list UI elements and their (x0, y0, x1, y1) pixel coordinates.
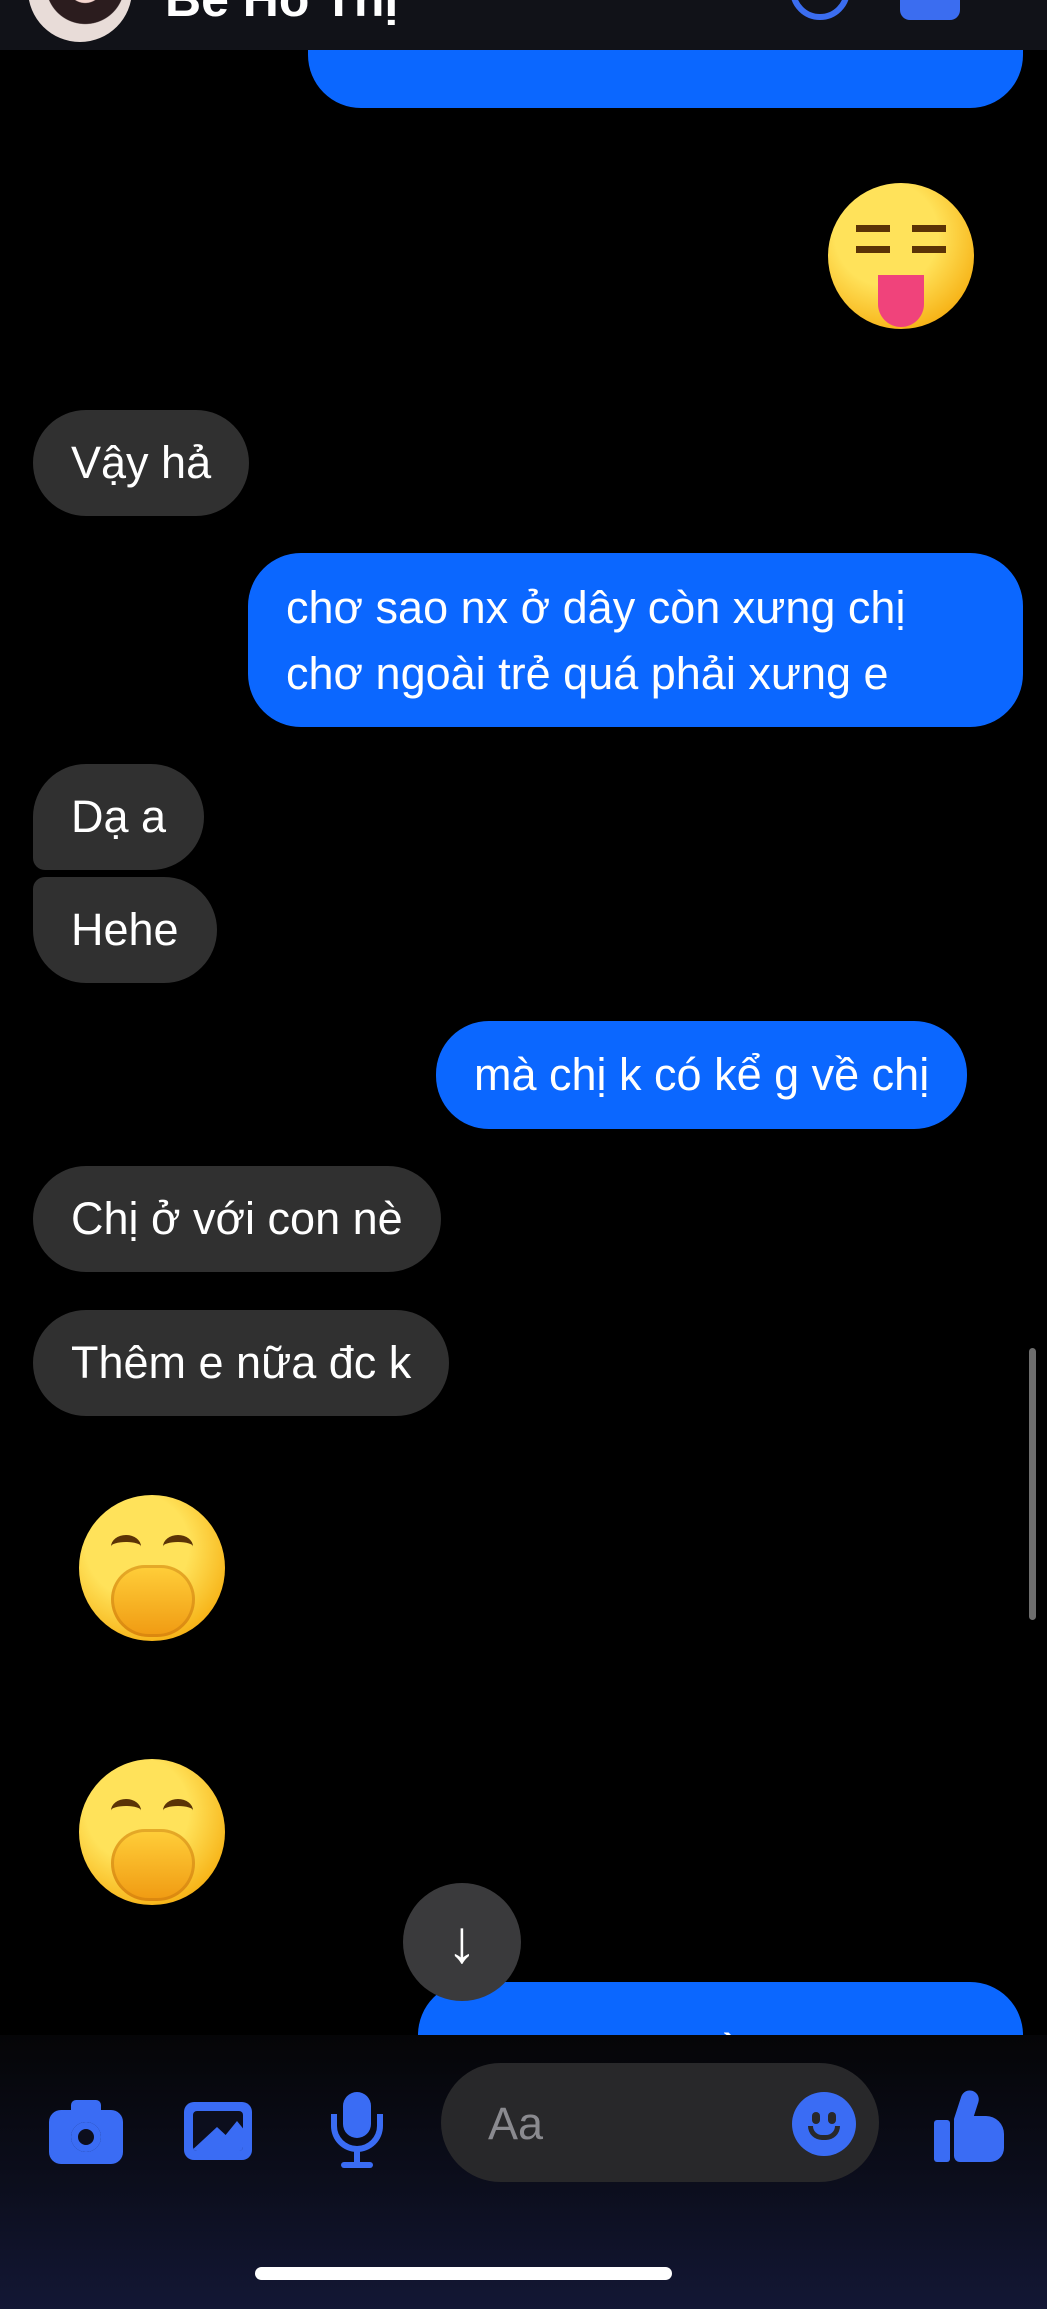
photo-icon[interactable] (184, 2098, 262, 2164)
phone-call-icon[interactable] (790, 0, 850, 20)
photo-inner (193, 2111, 243, 2151)
hand (111, 1829, 195, 1901)
message-bubble-received[interactable]: Hehe (33, 877, 217, 983)
home-indicator[interactable] (255, 2267, 672, 2280)
mic-base (341, 2162, 373, 2168)
message-thread[interactable]: nhìn chị mới đủ cảm đảm đc Vậy hả chơ sa… (0, 0, 1047, 2035)
arrow-down-icon: ↓ (447, 1908, 477, 1975)
tongue (878, 275, 924, 327)
message-bubble-sent[interactable]: vậy con chị nằm cạnh e (418, 1982, 1023, 2035)
smiling-eye-right (163, 1535, 193, 1558)
smiling-eye-left (111, 1535, 141, 1558)
scroll-to-bottom-button[interactable]: ↓ (403, 1883, 521, 2001)
emoji-eye-left (812, 2112, 820, 2124)
video-call-icon[interactable] (900, 0, 960, 20)
message-input[interactable] (486, 2093, 770, 2155)
message-bubble-received[interactable]: Dạ a (33, 764, 205, 870)
emoji-icon[interactable] (792, 2092, 856, 2156)
camera-icon[interactable] (49, 2098, 127, 2164)
message-bubble-sent[interactable]: chơ sao nx ở dây còn xưng chị chơ ngoài … (248, 553, 1023, 727)
message-bubble-sent[interactable]: mà chị k có kể g về chị (436, 1021, 968, 1129)
chat-header: Bé Hồ Thị (0, 0, 1047, 50)
scrollbar[interactable] (1029, 1348, 1036, 1620)
photo-mountain (211, 2121, 243, 2151)
message-bubble-received[interactable]: Chị ở với con nè (33, 1166, 441, 1272)
microphone-icon[interactable] (323, 2092, 401, 2172)
like-palm (954, 2116, 1004, 2162)
hand (111, 1565, 195, 1637)
camera-lens (71, 2122, 101, 2152)
squint-eye-right (912, 225, 946, 253)
contact-name[interactable]: Bé Hồ Thị (165, 0, 398, 28)
message-input-container[interactable] (441, 2063, 879, 2182)
emoji-mouth (808, 2126, 840, 2140)
message-bubble-received[interactable]: Vậy hả (33, 410, 250, 516)
emoji-eye-right (828, 2112, 836, 2124)
squint-eye-left (856, 225, 890, 253)
message-bubble-received[interactable]: Thêm e nữa đc k (33, 1310, 450, 1416)
smiling-eye-left (111, 1799, 141, 1822)
like-cuff (934, 2120, 950, 2162)
face-with-hand-over-mouth-emoji[interactable] (79, 1495, 225, 1641)
like-icon[interactable] (934, 2088, 1006, 2162)
face-with-hand-over-mouth-emoji[interactable] (79, 1759, 225, 1905)
smiling-eye-right (163, 1799, 193, 1822)
avatar[interactable] (28, 0, 132, 42)
squinting-face-with-tongue-emoji[interactable] (828, 183, 974, 329)
mic-arc (331, 2114, 383, 2152)
